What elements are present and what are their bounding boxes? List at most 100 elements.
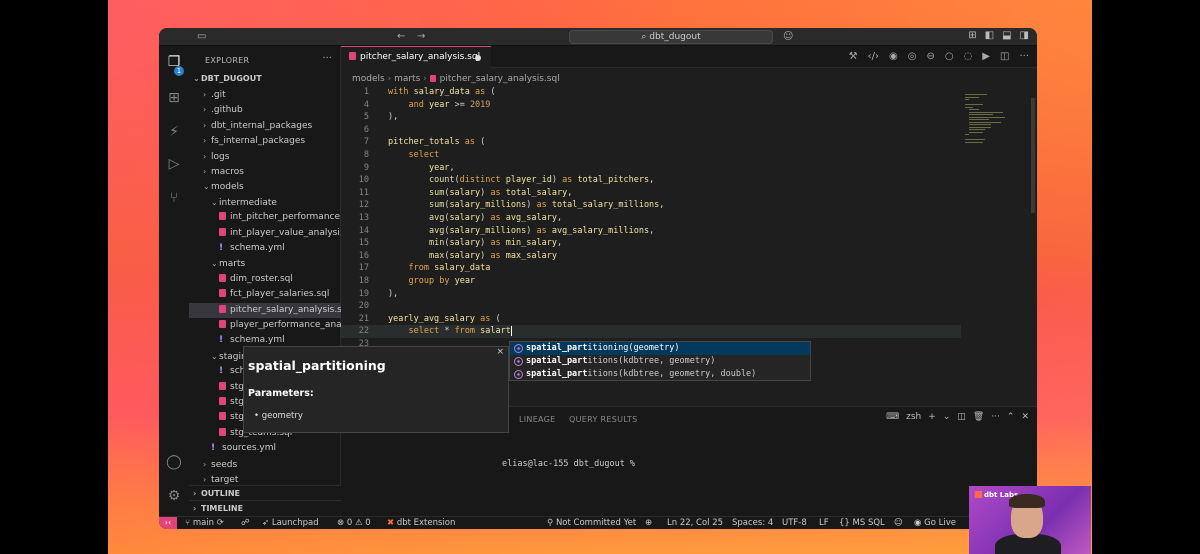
extensions-icon[interactable]: ⊞ bbox=[166, 90, 182, 106]
dbt-power-icon[interactable]: ⚡ bbox=[166, 124, 182, 140]
explorer-root-folder[interactable]: ⌄DBT_DUGOUT bbox=[189, 71, 341, 86]
zoom-icon[interactable]: ⊕ bbox=[645, 518, 652, 528]
code-line[interactable]: 15 min(salary) as min_salary, bbox=[341, 237, 961, 250]
tree-folder[interactable]: › macros bbox=[189, 164, 341, 179]
layout-customize-icon[interactable]: ⊞ bbox=[968, 30, 976, 41]
run-debug-icon[interactable]: ▷ bbox=[166, 156, 182, 172]
code-line[interactable]: 22 select * from salart bbox=[341, 325, 961, 338]
tab-pitcher-salary-analysis[interactable]: pitcher_salary_analysis.sql bbox=[341, 46, 491, 68]
git-blame-status[interactable]: ⚲ Not Committed Yet bbox=[547, 518, 636, 528]
code-line[interactable]: 12 sum(salary_millions) as total_salary_… bbox=[341, 199, 961, 212]
tree-folder[interactable]: › fs_internal_packages bbox=[189, 133, 341, 148]
tree-file[interactable]: int_player_value_analysi... bbox=[189, 226, 341, 241]
eol-status[interactable]: LF bbox=[819, 518, 829, 528]
indentation-status[interactable]: Spaces: 4 bbox=[732, 518, 773, 528]
launchpad-status[interactable]: ➶ Launchpad bbox=[262, 518, 319, 528]
breadcrumb-file[interactable]: pitcher_salary_analysis.sql bbox=[440, 74, 560, 84]
code-line[interactable]: 20 bbox=[341, 300, 961, 313]
code-icon[interactable]: ‹/› bbox=[868, 51, 879, 62]
code-line[interactable]: 7 pitcher_totals as ( bbox=[341, 136, 961, 149]
code-line[interactable]: 13 avg(salary) as avg_salary, bbox=[341, 212, 961, 225]
next-change-icon[interactable]: ◌ bbox=[964, 51, 973, 62]
previous-change-icon[interactable]: ○ bbox=[945, 51, 954, 62]
branch-status[interactable]: ⑂ main ⟳ bbox=[185, 518, 224, 528]
golive-status[interactable]: ◉ Go Live bbox=[914, 518, 956, 528]
split-editor-icon[interactable]: ◫ bbox=[1000, 51, 1009, 62]
compare-icon[interactable]: ◎ bbox=[908, 51, 917, 62]
language-status[interactable]: {} MS SQL bbox=[839, 518, 885, 528]
suggestion-item[interactable]: ◈ spatial_partitions(kdbtree, geometry) bbox=[510, 355, 810, 368]
breadcrumb-models[interactable]: models bbox=[352, 74, 385, 84]
terminal-dropdown-icon[interactable]: ⌄ bbox=[943, 412, 951, 422]
code-line[interactable]: 17 from salary_data bbox=[341, 262, 961, 275]
tree-folder[interactable]: › .github bbox=[189, 102, 341, 117]
toggle-secondary-sidebar-icon[interactable]: ◨ bbox=[1020, 30, 1029, 41]
code-line[interactable]: 14 avg(salary_millions) as avg_salary_mi… bbox=[341, 225, 961, 238]
breadcrumb-marts[interactable]: marts bbox=[394, 74, 420, 84]
outline-section[interactable]: › OUTLINE bbox=[189, 485, 341, 500]
graph-icon[interactable]: ☍ bbox=[241, 518, 250, 528]
code-line[interactable]: 1 with salary_data as ( bbox=[341, 86, 961, 99]
tree-folder[interactable]: ⌄intermediate bbox=[189, 195, 341, 210]
code-line[interactable]: 10 count(distinct player_id) as total_pi… bbox=[341, 174, 961, 187]
cursor-position[interactable]: Ln 22, Col 25 bbox=[667, 518, 723, 528]
tree-folder[interactable]: ⌄marts bbox=[189, 256, 341, 271]
panel-more-icon[interactable]: ··· bbox=[991, 412, 1000, 422]
tab-lineage[interactable]: LINEAGE bbox=[519, 415, 556, 424]
unsaved-dot-icon[interactable] bbox=[475, 55, 481, 61]
terminal-shell-label[interactable]: zsh bbox=[906, 412, 921, 422]
trash-icon[interactable]: 🗑 bbox=[973, 412, 984, 422]
minimap[interactable] bbox=[963, 90, 1009, 160]
code-line[interactable]: 4 and year >= 2019 bbox=[341, 99, 961, 112]
command-center-search[interactable]: ⌕ dbt_dugout bbox=[569, 30, 773, 44]
code-line[interactable]: 8 select bbox=[341, 149, 961, 162]
maximize-panel-icon[interactable]: ⌃ bbox=[1007, 412, 1015, 422]
code-line[interactable]: 9 year, bbox=[341, 162, 961, 175]
timeline-section[interactable]: › TIMELINE bbox=[189, 500, 341, 515]
close-panel-icon[interactable]: ✕ bbox=[1021, 412, 1029, 422]
code-line[interactable]: 5), bbox=[341, 111, 961, 124]
problems-status[interactable]: ⊗ 0 ⚠ 0 bbox=[337, 518, 371, 528]
split-terminal-icon[interactable]: ◫ bbox=[957, 412, 966, 422]
tree-file[interactable]: int_pitcher_performance... bbox=[189, 210, 341, 225]
run-dbt-icon[interactable]: ▶ bbox=[982, 51, 990, 62]
forward-arrow-icon[interactable]: → bbox=[417, 31, 425, 42]
tree-file[interactable]: ! sources.yml bbox=[189, 441, 341, 456]
encoding-status[interactable]: UTF-8 bbox=[782, 518, 807, 528]
source-control-icon[interactable]: ⑂ bbox=[166, 190, 182, 206]
editor-scrollbar[interactable] bbox=[1031, 98, 1035, 213]
tree-file[interactable]: ! schema.yml bbox=[189, 241, 341, 256]
back-arrow-icon[interactable]: ← bbox=[397, 31, 405, 42]
more-actions-icon[interactable]: ··· bbox=[322, 53, 332, 64]
code-line[interactable]: 11 sum(salary) as total_salary, bbox=[341, 187, 961, 200]
toggle-sidebar-icon[interactable]: ◧ bbox=[985, 30, 994, 41]
dbt-extension-status[interactable]: ✖ dbt Extension bbox=[387, 518, 455, 528]
preview-eye-icon[interactable]: ◉ bbox=[889, 51, 898, 62]
close-icon[interactable]: × bbox=[496, 347, 504, 357]
wrench-icon[interactable]: ⚒ bbox=[849, 51, 858, 62]
new-terminal-icon[interactable]: + bbox=[928, 412, 936, 422]
remote-icon[interactable]: ›‹ bbox=[159, 517, 177, 529]
terminal-prompt[interactable]: elias@lac-155 dbt_dugout % bbox=[502, 459, 635, 469]
tree-folder[interactable]: › .git bbox=[189, 87, 341, 102]
code-line[interactable]: 18 group by year bbox=[341, 275, 961, 288]
tree-folder[interactable]: › logs bbox=[189, 149, 341, 164]
tree-folder[interactable]: ⌄models bbox=[189, 179, 341, 194]
suggestion-item[interactable]: ◈ spatial_partitioning(geometry) bbox=[510, 342, 810, 355]
suggestion-item[interactable]: ◈ spatial_partitions(kdbtree, geometry, d… bbox=[510, 368, 810, 381]
tree-folder[interactable]: › dbt_internal_packages bbox=[189, 118, 341, 133]
sidebar-toggle-icon[interactable]: ▭ bbox=[197, 31, 206, 42]
code-line[interactable]: 16 max(salary) as max_salary bbox=[341, 250, 961, 263]
code-line[interactable]: 19), bbox=[341, 288, 961, 301]
editor-more-icon[interactable]: ··· bbox=[1019, 51, 1029, 62]
code-line[interactable]: 21 yearly_avg_salary as ( bbox=[341, 313, 961, 326]
copilot-icon[interactable]: ☺ bbox=[783, 31, 793, 42]
account-icon[interactable]: ◯ bbox=[166, 454, 182, 470]
toggle-panel-icon[interactable]: ⬓ bbox=[1002, 30, 1011, 41]
tree-folder[interactable]: › seeds bbox=[189, 457, 341, 472]
settings-gear-icon[interactable]: ⚙ bbox=[166, 488, 182, 504]
tree-file[interactable]: player_performance_ana... bbox=[189, 318, 341, 333]
copilot-status-icon[interactable]: ☺ bbox=[894, 518, 903, 528]
tab-query-results[interactable]: QUERY RESULTS bbox=[569, 415, 637, 424]
tree-file[interactable]: dim_roster.sql bbox=[189, 272, 341, 287]
